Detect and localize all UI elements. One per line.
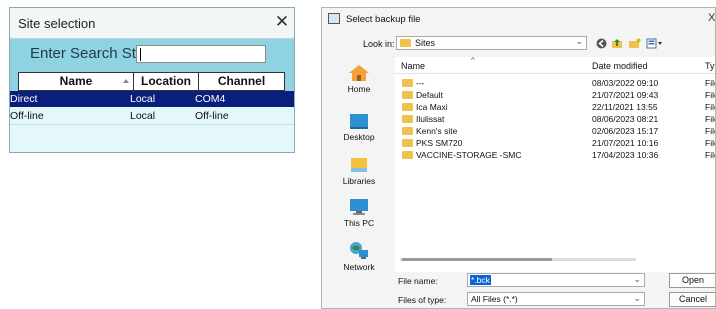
files-of-type-value: All Files (*.*) — [471, 294, 518, 304]
files-of-type-label: Files of type: — [398, 295, 447, 305]
app-window-icon — [328, 13, 340, 24]
site-selection-dialog: Site selection ✕ Enter Search St... Name… — [9, 7, 295, 153]
cell-channel: COM4 — [195, 93, 226, 105]
column-header-location[interactable]: Location — [134, 73, 199, 90]
file-name-label: File name: — [398, 276, 438, 286]
place-desktop[interactable]: Desktop — [335, 112, 383, 142]
search-input[interactable] — [136, 45, 266, 63]
network-icon — [348, 240, 370, 260]
look-in-value: Sites — [415, 38, 436, 48]
place-home[interactable]: Home — [335, 64, 383, 94]
look-in-select[interactable]: Sites ⌄ — [396, 36, 587, 50]
folder-icon — [402, 151, 413, 159]
table-body: Direct Local COM4 Off-line Local Off-lin… — [10, 91, 294, 152]
desktop-icon — [348, 112, 370, 130]
table-header: Name Location Channel — [18, 72, 285, 91]
cell-name: Direct — [10, 93, 38, 105]
column-header-date[interactable]: Date modified — [592, 61, 648, 71]
folder-icon — [402, 139, 413, 147]
up-folder-icon[interactable] — [611, 38, 623, 50]
back-icon[interactable] — [595, 38, 607, 50]
cell-name: Off-line — [10, 110, 44, 122]
search-label: Enter Search St... — [30, 45, 149, 62]
close-icon[interactable]: ✕ — [272, 12, 292, 32]
close-icon[interactable]: X — [708, 12, 715, 24]
select-backup-file-dialog: Select backup file X Look in: Sites ⌄ Ho… — [321, 7, 716, 309]
backup-dialog-title: Select backup file — [346, 14, 421, 25]
this-pc-icon — [348, 198, 370, 216]
list-item[interactable]: PKS SM720 21/07/2021 10:16 File — [395, 138, 715, 148]
header-divider — [395, 73, 715, 74]
backup-titlebar: Select backup file X — [322, 8, 715, 32]
column-header-name[interactable]: Name — [19, 73, 134, 90]
column-header-name[interactable]: Name — [401, 61, 425, 71]
folder-icon — [402, 91, 413, 99]
place-libraries[interactable]: Libraries — [335, 156, 383, 186]
file-name-input[interactable]: *.bck ⌄ — [467, 273, 645, 287]
folder-icon — [400, 39, 411, 47]
look-in-label: Look in: — [363, 39, 395, 49]
list-item[interactable]: Ilulissat 08/06/2023 08:21 File — [395, 114, 715, 124]
home-icon — [348, 64, 370, 82]
list-item[interactable]: VACCINE-STORAGE -SMC 17/04/2023 10:36 Fi… — [395, 150, 715, 160]
site-dialog-title: Site selection — [18, 16, 96, 31]
chevron-down-icon: ⌄ — [575, 36, 583, 46]
cancel-button[interactable]: Cancel — [669, 292, 715, 307]
view-menu-icon[interactable] — [645, 38, 663, 50]
list-item[interactable]: --- 08/03/2022 09:10 File — [395, 78, 715, 88]
folder-icon — [402, 115, 413, 123]
libraries-icon — [348, 156, 370, 174]
folder-icon — [402, 79, 413, 87]
sort-up-icon: ^ — [471, 56, 475, 65]
file-name-value: *.bck — [470, 275, 491, 285]
column-header-type[interactable]: Typ — [705, 61, 715, 71]
files-of-type-select[interactable]: All Files (*.*) ⌄ — [467, 292, 645, 306]
table-row[interactable]: Direct Local COM4 — [10, 91, 294, 107]
cell-location: Local — [130, 93, 156, 105]
place-this-pc[interactable]: This PC — [335, 198, 383, 228]
chevron-down-icon: ⌄ — [633, 293, 641, 303]
site-titlebar: Site selection ✕ — [10, 8, 294, 39]
cell-channel: Off-line — [195, 110, 229, 122]
place-network[interactable]: Network — [335, 240, 383, 272]
table-row[interactable]: Off-line Local Off-line — [10, 108, 294, 125]
list-item[interactable]: Ica Maxi 22/11/2021 13:55 File — [395, 102, 715, 112]
chevron-down-icon: ⌄ — [633, 274, 641, 284]
list-item[interactable]: Default 21/07/2021 09:43 File — [395, 90, 715, 100]
scrollbar-thumb[interactable] — [402, 258, 552, 261]
sort-indicator-icon — [123, 79, 129, 83]
folder-icon — [402, 127, 413, 135]
list-item[interactable]: Kenn's site 02/06/2023 15:17 File — [395, 126, 715, 136]
text-caret — [140, 48, 141, 61]
folder-icon — [402, 103, 413, 111]
new-folder-icon[interactable] — [627, 38, 641, 50]
open-button[interactable]: Open — [669, 273, 715, 288]
cell-location: Local — [130, 110, 156, 122]
column-header-channel[interactable]: Channel — [199, 73, 284, 90]
file-list: Name ^ Date modified Typ --- 08/03/2022 … — [395, 56, 715, 272]
